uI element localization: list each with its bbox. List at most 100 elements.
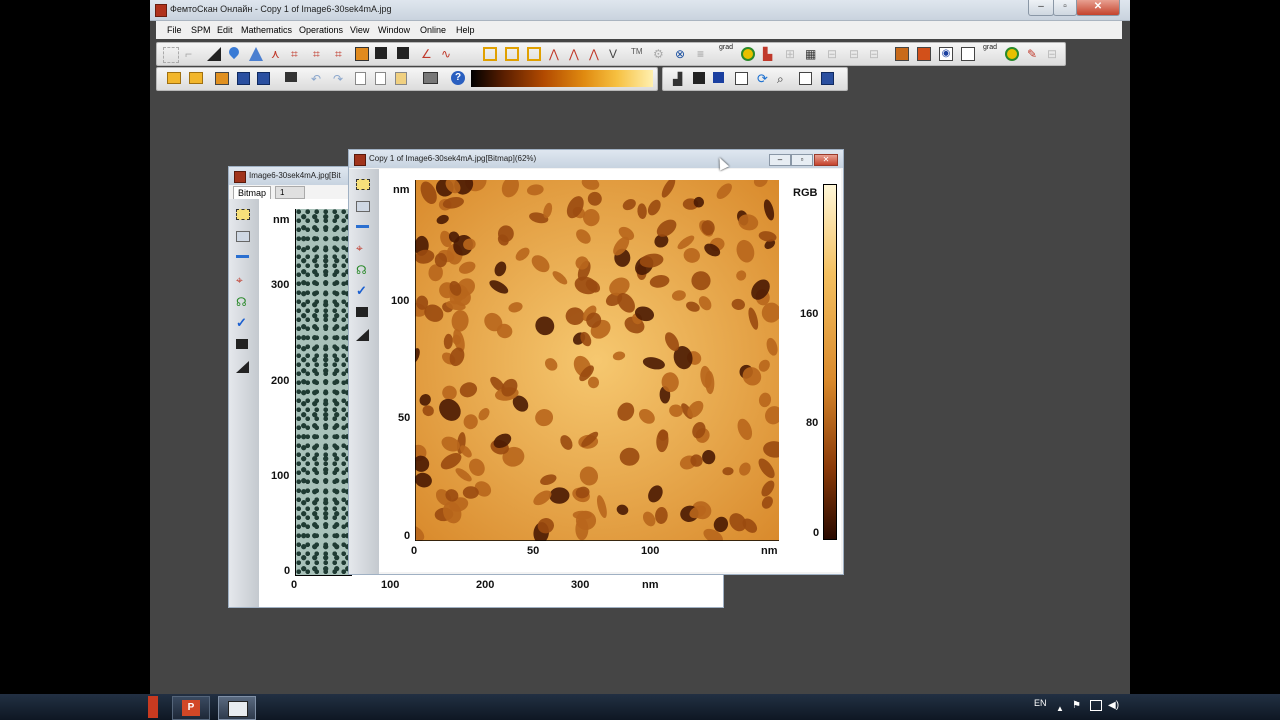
front-image-window[interactable]: Copy 1 of Image6-30sek4mA.jpg[Bitmap](62… <box>348 149 844 575</box>
square3-icon[interactable] <box>527 47 541 61</box>
chart5-icon[interactable]: ⊟ <box>1047 47 1061 61</box>
front-minimize-button[interactable]: – <box>769 154 791 166</box>
redo-icon[interactable]: ↷ <box>333 72 347 86</box>
square1-icon[interactable] <box>483 47 497 61</box>
select-rect-icon[interactable] <box>236 209 250 220</box>
grain-tool-icon[interactable]: ☊ <box>236 295 252 309</box>
menu-view[interactable]: View <box>350 25 369 35</box>
text-tool-icon[interactable]: TM <box>631 47 645 61</box>
zoom-icon[interactable]: ⌕ <box>777 72 791 86</box>
language-indicator[interactable]: EN <box>1034 698 1047 708</box>
select-rect-icon[interactable] <box>356 179 370 190</box>
grain-tool-icon[interactable]: ☊ <box>356 263 372 277</box>
menu-help[interactable]: Help <box>456 25 475 35</box>
refresh-icon[interactable]: ⟳ <box>757 71 771 86</box>
filter7-icon[interactable] <box>397 47 409 59</box>
clapper-icon[interactable] <box>285 72 297 82</box>
filter4-icon[interactable]: ⌗ <box>335 47 349 61</box>
peak3-icon[interactable]: ⋀ <box>589 47 603 61</box>
chart1-icon[interactable]: ⊞ <box>785 47 799 61</box>
menu-online[interactable]: Online <box>420 25 446 35</box>
image-gold2-icon[interactable] <box>917 47 931 61</box>
front-window-titlebar[interactable]: Copy 1 of Image6-30sek4mA.jpg[Bitmap](62… <box>349 150 843 168</box>
open-image-icon[interactable] <box>215 72 229 85</box>
line-tool-icon[interactable] <box>356 225 369 228</box>
save-all-icon[interactable] <box>257 72 270 85</box>
tab-bitmap[interactable]: Bitmap <box>233 186 272 200</box>
histogram-icon[interactable]: ▙ <box>763 47 777 61</box>
print-icon[interactable] <box>423 72 438 84</box>
level-tool-icon[interactable] <box>236 361 249 373</box>
powerpoint-icon[interactable]: P <box>172 696 210 720</box>
volume-icon[interactable]: ◀) <box>1108 700 1119 711</box>
front-maximize-button[interactable]: ▫ <box>791 154 813 166</box>
tile-icon[interactable] <box>821 72 834 85</box>
cube-icon[interactable] <box>713 72 724 83</box>
profile-icon[interactable] <box>961 47 975 61</box>
tray-arrow-icon[interactable]: ▲ <box>1056 704 1064 713</box>
save-icon[interactable] <box>237 72 250 85</box>
tab-1[interactable]: 1 <box>275 186 305 199</box>
level-tool-icon[interactable] <box>356 329 369 341</box>
peak2-icon[interactable]: ⋀ <box>569 47 583 61</box>
help-icon[interactable]: ? <box>451 71 465 85</box>
valley-icon[interactable]: V <box>609 47 623 61</box>
afm-height-image[interactable] <box>415 180 779 541</box>
open-folder2-icon[interactable] <box>189 72 203 84</box>
new-icon[interactable] <box>355 72 366 85</box>
marker-tool-icon[interactable]: ⌖ <box>356 241 372 255</box>
lines-icon[interactable]: ≡ <box>697 47 711 61</box>
menu-mathematics[interactable]: Mathematics <box>241 25 292 35</box>
chart3-icon[interactable]: ⊟ <box>849 47 863 61</box>
image-view-icon[interactable] <box>735 72 748 85</box>
palette-gradient[interactable] <box>471 70 653 87</box>
crop-icon[interactable]: ⌐ <box>185 47 199 61</box>
image-tool-icon[interactable] <box>356 201 370 212</box>
close-button[interactable]: ✕ <box>1076 0 1120 16</box>
level-icon[interactable] <box>207 47 221 61</box>
chart2-icon[interactable]: ⊟ <box>827 47 841 61</box>
filter3-icon[interactable]: ⌗ <box>313 47 327 61</box>
atom-icon[interactable]: ⊗ <box>675 47 689 61</box>
menu-window[interactable]: Window <box>378 25 410 35</box>
front-close-button[interactable]: ✕ <box>814 154 838 166</box>
open-folder-icon[interactable] <box>167 72 181 84</box>
brush-icon[interactable]: ✎ <box>1027 47 1041 61</box>
peak1-icon[interactable]: ⋀ <box>549 47 563 61</box>
scatter-icon[interactable] <box>693 72 705 84</box>
color-wheel2-icon[interactable] <box>1005 47 1019 61</box>
minimize-button[interactable]: – <box>1028 0 1054 16</box>
drop-icon[interactable] <box>226 44 242 60</box>
square2-icon[interactable] <box>505 47 519 61</box>
line-tool-icon[interactable] <box>236 255 249 258</box>
select-icon[interactable] <box>163 47 179 63</box>
maximize-button[interactable]: ▫ <box>1053 0 1077 16</box>
image-tool-icon[interactable] <box>236 231 250 242</box>
network-icon[interactable] <box>1090 700 1102 711</box>
flag-icon[interactable]: ⚑ <box>1072 700 1081 711</box>
check-tool-icon[interactable]: ✓ <box>236 315 252 330</box>
paste-icon[interactable] <box>395 72 407 85</box>
filter1-icon[interactable]: ⋏ <box>271 47 285 61</box>
marker-tool-icon[interactable]: ⌖ <box>236 273 252 287</box>
filter6-icon[interactable] <box>375 47 387 59</box>
filter2-icon[interactable]: ⌗ <box>291 47 305 61</box>
back-microscopy-image[interactable] <box>295 209 352 576</box>
windows-icon[interactable] <box>799 72 812 85</box>
undo-icon[interactable]: ↶ <box>311 72 325 86</box>
gear-icon[interactable]: ⚙ <box>653 47 667 61</box>
menu-operations[interactable]: Operations <box>299 25 343 35</box>
wave-icon[interactable]: ∿ <box>441 47 455 61</box>
eraser-tool-icon[interactable] <box>356 307 368 317</box>
bar-chart-icon[interactable]: ▟ <box>673 72 687 86</box>
angle-icon[interactable]: ∠ <box>421 47 435 61</box>
eraser-tool-icon[interactable] <box>236 339 248 349</box>
femtoscan-taskbar-icon[interactable] <box>218 696 256 720</box>
cone-icon[interactable] <box>249 47 263 61</box>
menu-spm[interactable]: SPM <box>191 25 211 35</box>
check-tool-icon[interactable]: ✓ <box>356 283 372 298</box>
color-wheel-icon[interactable] <box>741 47 755 61</box>
eye-icon[interactable]: ◉ <box>939 47 953 61</box>
copy-icon[interactable] <box>375 72 386 85</box>
chart4-icon[interactable]: ⊟ <box>869 47 883 61</box>
